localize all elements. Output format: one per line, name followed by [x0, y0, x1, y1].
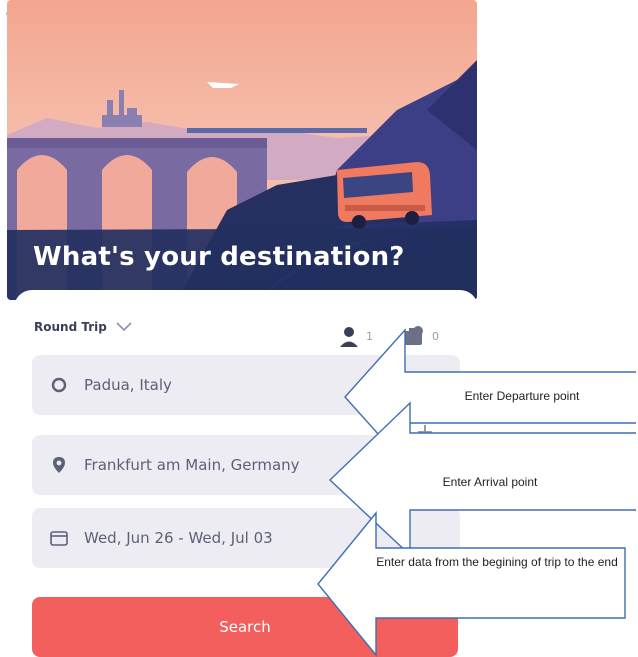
person-icon [340, 327, 358, 347]
circle-outline-icon [50, 376, 68, 394]
callout-arrival: Enter Arrival point [442, 475, 538, 489]
luggage-icon [404, 326, 423, 345]
search-button[interactable]: Search [32, 597, 458, 657]
arrival-value: Frankfurt am Main, Germany [84, 456, 300, 474]
trip-type-dropdown[interactable]: Round Trip [34, 320, 133, 334]
trip-type-label: Round Trip [34, 320, 107, 334]
train-silhouette [187, 128, 367, 133]
hero-title: What's your destination? [33, 242, 405, 272]
adults-selector[interactable]: 1 [338, 325, 373, 347]
adults-count: 1 [366, 329, 373, 343]
bags-count: 0 [432, 329, 439, 343]
departure-value: Padua, Italy [84, 376, 172, 394]
callout-departure: Enter Departure point [464, 389, 580, 403]
chevron-down-icon [116, 322, 132, 332]
calendar-icon [50, 529, 68, 547]
bags-selector[interactable]: 0 [402, 325, 439, 347]
callout-dates: Enter data from the begining of trip to … [376, 555, 618, 569]
location-pin-icon [50, 456, 68, 474]
departure-field[interactable]: Padua, Italy [32, 355, 460, 415]
hero-banner: What's your destination? [7, 0, 477, 300]
date-range-value: Wed, Jun 26 - Wed, Jul 03 [84, 529, 273, 547]
